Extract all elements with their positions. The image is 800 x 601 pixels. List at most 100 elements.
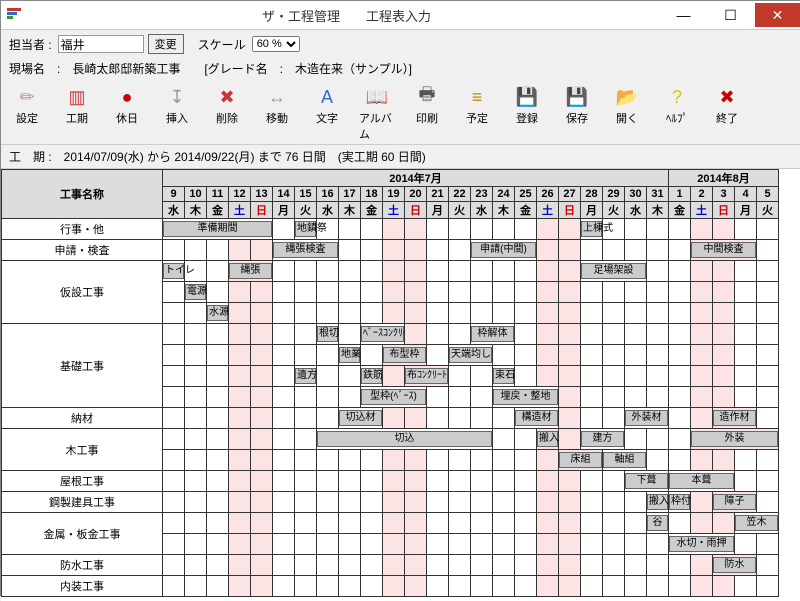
task-cell[interactable]: 上棟式 [581, 219, 603, 240]
task-cell[interactable]: 縄張 [229, 261, 273, 282]
task-cell[interactable]: 中間検査 [691, 240, 757, 261]
task-bar[interactable]: 枠付 [669, 494, 690, 510]
task-cell[interactable]: 防水 [713, 555, 757, 576]
maximize-button[interactable]: ☐ [708, 3, 753, 27]
task-bar[interactable]: 縄張 [229, 263, 272, 279]
task-bar[interactable]: 準備期間 [163, 221, 272, 237]
task-bar[interactable]: 足場架設 [581, 263, 646, 279]
task-cell[interactable]: 根切 [317, 324, 339, 345]
task-bar[interactable]: 束石 [493, 368, 514, 384]
task-bar[interactable]: 下葺 [625, 473, 668, 489]
task-bar[interactable]: 電源 [185, 284, 206, 300]
scale-select[interactable]: 60 % [252, 36, 300, 52]
task-bar[interactable]: 建方 [581, 431, 624, 447]
tool-設定[interactable]: ✏設定 [9, 85, 45, 142]
tool-削除[interactable]: ✖削除 [209, 85, 245, 142]
task-bar[interactable]: 構造材 [515, 410, 558, 426]
task-cell[interactable]: 障子 [713, 492, 757, 513]
task-bar[interactable]: 軸組 [603, 452, 646, 468]
task-bar[interactable]: 上棟式 [581, 221, 602, 237]
task-cell[interactable]: 地鎮祭 [295, 219, 317, 240]
person-input[interactable] [58, 35, 144, 53]
task-cell[interactable]: 切込 [317, 429, 493, 450]
task-cell[interactable]: 構造材 [515, 408, 559, 429]
task-bar[interactable]: 外装材 [625, 410, 668, 426]
task-bar[interactable]: 布型枠 [383, 347, 426, 363]
task-bar[interactable]: 笠木 [735, 515, 778, 531]
task-cell[interactable]: 遺方 [295, 366, 317, 387]
task-bar[interactable]: ﾍﾞｰｽｺﾝｸﾘｰﾄ [361, 326, 404, 342]
task-bar[interactable]: 縄張検査 [273, 242, 338, 258]
task-cell[interactable]: 布ｺﾝｸﾘｰﾄ [405, 366, 449, 387]
task-cell[interactable]: 枠解体 [471, 324, 515, 345]
tool-文字[interactable]: A文字 [309, 85, 345, 142]
task-bar[interactable]: 谷 [647, 515, 668, 531]
task-cell[interactable]: 電源 [185, 282, 207, 303]
task-cell[interactable]: 搬入 [537, 429, 559, 450]
task-cell[interactable]: 水切・雨押 [669, 534, 735, 555]
task-cell[interactable]: 束石 [493, 366, 515, 387]
minimize-button[interactable]: — [661, 3, 706, 27]
tool-保存[interactable]: 💾保存 [559, 85, 595, 142]
task-cell[interactable]: 天端均し [449, 345, 493, 366]
tool-開く[interactable]: 📂開く [609, 85, 645, 142]
task-bar[interactable]: 水切・雨押 [669, 536, 734, 552]
tool-終了[interactable]: ✖終了 [709, 85, 745, 142]
task-bar[interactable]: 搬入 [647, 494, 668, 510]
task-cell[interactable]: 足場架設 [581, 261, 647, 282]
task-cell[interactable]: 水源 [207, 303, 229, 324]
close-button[interactable]: ✕ [755, 3, 800, 27]
task-bar[interactable]: 地業 [339, 347, 360, 363]
task-cell[interactable]: 型枠(ﾍﾞｰｽ) [361, 387, 427, 408]
tool-休日[interactable]: ●休日 [109, 85, 145, 142]
task-cell[interactable]: 切込材 [339, 408, 383, 429]
task-bar[interactable]: 枠解体 [471, 326, 514, 342]
task-cell[interactable]: 笠木 [735, 513, 779, 534]
task-cell[interactable]: 枠付 [669, 492, 691, 513]
change-button[interactable]: 変更 [148, 34, 184, 54]
task-bar[interactable]: 申請(中間) [471, 242, 536, 258]
tool-移動[interactable]: ↔移動 [259, 85, 295, 142]
task-bar[interactable]: 切込材 [339, 410, 382, 426]
task-cell[interactable]: 建方 [581, 429, 625, 450]
tool-ﾍﾙﾌﾟ[interactable]: ?ﾍﾙﾌﾟ [659, 85, 695, 142]
task-bar[interactable]: 地鎮祭 [295, 221, 316, 237]
task-cell[interactable]: 埋戻・整地 [493, 387, 559, 408]
task-cell[interactable]: 準備期間 [163, 219, 273, 240]
task-bar[interactable]: 水源 [207, 305, 228, 321]
task-bar[interactable]: 型枠(ﾍﾞｰｽ) [361, 389, 426, 405]
tool-印刷[interactable]: 🖶印刷 [409, 85, 445, 142]
task-cell[interactable]: トイレ [163, 261, 185, 282]
task-cell[interactable]: 本葺 [669, 471, 735, 492]
task-cell[interactable]: ﾍﾞｰｽｺﾝｸﾘｰﾄ [361, 324, 405, 345]
task-bar[interactable]: 天端均し [449, 347, 492, 363]
task-cell[interactable]: 申請(中間) [471, 240, 537, 261]
task-bar[interactable]: 床組 [559, 452, 602, 468]
gantt-chart[interactable]: 工事名称2014年7月2014年8月9101112131415161718192… [1, 169, 800, 601]
task-cell[interactable]: 外装 [691, 429, 779, 450]
task-bar[interactable]: 障子 [713, 494, 756, 510]
task-bar[interactable]: 布ｺﾝｸﾘｰﾄ [405, 368, 448, 384]
task-bar[interactable]: 造作材 [713, 410, 756, 426]
task-bar[interactable]: 鉄筋 [361, 368, 382, 384]
task-cell[interactable]: 谷 [647, 513, 669, 534]
task-cell[interactable]: 地業 [339, 345, 361, 366]
tool-工期[interactable]: ▥工期 [59, 85, 95, 142]
task-bar[interactable]: トイレ [163, 263, 184, 279]
task-cell[interactable]: 造作材 [713, 408, 757, 429]
task-cell[interactable]: 床組 [559, 450, 603, 471]
tool-アルバム[interactable]: 📖アルバム [359, 85, 395, 142]
task-cell[interactable]: 軸組 [603, 450, 647, 471]
task-cell[interactable]: 下葺 [625, 471, 669, 492]
task-bar[interactable]: 切込 [317, 431, 492, 447]
task-cell[interactable]: 布型枠 [383, 345, 427, 366]
task-bar[interactable]: 根切 [317, 326, 338, 342]
task-cell[interactable]: 外装材 [625, 408, 669, 429]
task-bar[interactable]: 本葺 [669, 473, 734, 489]
task-bar[interactable]: 防水 [713, 557, 756, 573]
task-cell[interactable]: 搬入 [647, 492, 669, 513]
task-bar[interactable]: 中間検査 [691, 242, 756, 258]
tool-挿入[interactable]: ↧挿入 [159, 85, 195, 142]
task-cell[interactable]: 縄張検査 [273, 240, 339, 261]
tool-登録[interactable]: 💾登録 [509, 85, 545, 142]
